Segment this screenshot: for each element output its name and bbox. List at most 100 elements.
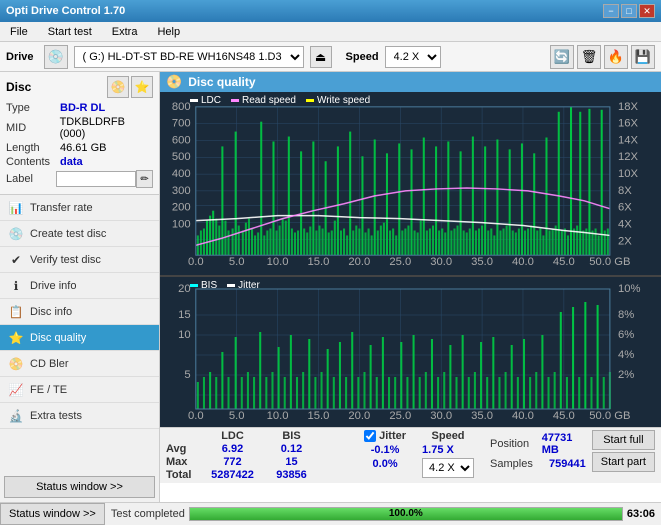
sidebar-item-fe-te[interactable]: 📈 FE / TE: [0, 377, 159, 403]
speed-section: Speed 1.75 X 4.2 X: [422, 430, 474, 478]
start-part-button[interactable]: Start part: [592, 452, 655, 472]
disc-contents-value: data: [60, 156, 83, 168]
legend-ldc: LDC: [190, 95, 221, 106]
speed-select[interactable]: 4.2 X: [385, 46, 441, 68]
start-full-button[interactable]: Start full: [592, 430, 655, 450]
transfer-rate-icon: 📊: [8, 200, 24, 216]
svg-text:8X: 8X: [618, 185, 632, 197]
sidebar: Disc 📀 ⭐ Type BD-R DL MID TDKBLDRFB (000…: [0, 72, 160, 502]
window-controls: − □ ✕: [603, 4, 655, 18]
speed-column-header: Speed: [422, 430, 474, 442]
disc-contents-row: Contents data: [6, 156, 153, 168]
read-speed-dot: [231, 99, 239, 102]
disc-label-label: Label: [6, 173, 56, 185]
svg-text:0.0: 0.0: [188, 410, 204, 422]
stats-avg-label: Avg: [166, 443, 201, 455]
menu-help[interactable]: Help: [151, 24, 186, 40]
disc-icon1[interactable]: 📀: [107, 76, 129, 98]
disc-length-row: Length 46.61 GB: [6, 142, 153, 154]
close-button[interactable]: ✕: [639, 4, 655, 18]
minimize-button[interactable]: −: [603, 4, 619, 18]
sidebar-item-transfer-rate[interactable]: 📊 Transfer rate: [0, 195, 159, 221]
svg-text:40.0: 40.0: [512, 256, 534, 268]
menu-bar: File Start test Extra Help: [0, 22, 661, 42]
disc-info-icon: 📋: [8, 304, 24, 320]
eject-button[interactable]: ⏏: [310, 46, 332, 68]
menu-start-test[interactable]: Start test: [42, 24, 98, 40]
position-item: Position 47731 MB: [490, 432, 586, 456]
status-bar: Status window >> Test completed 100.0% 6…: [0, 502, 661, 524]
stats-avg-bis: 0.12: [264, 443, 319, 455]
erase-icon-button[interactable]: 🗑: [577, 45, 601, 69]
svg-text:4%: 4%: [618, 349, 634, 361]
svg-text:20: 20: [178, 283, 190, 295]
disc-mid-label: MID: [6, 122, 60, 134]
label-edit-button[interactable]: ✏: [136, 170, 153, 188]
sidebar-item-disc-quality[interactable]: ⭐ Disc quality: [0, 325, 159, 351]
svg-text:45.0: 45.0: [553, 256, 575, 268]
disc-header: Disc 📀 ⭐: [6, 76, 153, 98]
ldc-dot: [190, 99, 198, 102]
speed-dropdown[interactable]: 4.2 X: [422, 458, 474, 478]
samples-item: Samples 759441: [490, 458, 586, 470]
svg-text:40.0: 40.0: [512, 410, 534, 422]
menu-file[interactable]: File: [4, 24, 34, 40]
sidebar-item-drive-info[interactable]: ℹ Drive info: [0, 273, 159, 299]
sidebar-item-verify-test-disc[interactable]: ✔ Verify test disc: [0, 247, 159, 273]
chart-area: 📀 Disc quality LDC Read speed Write spee…: [160, 72, 661, 502]
status-button-container: Status window >>: [0, 472, 159, 502]
svg-text:5: 5: [184, 369, 190, 381]
save-icon-button[interactable]: 💾: [631, 45, 655, 69]
svg-text:5.0: 5.0: [229, 410, 245, 422]
disc-mid-value: TDKBLDRFB (000): [60, 116, 153, 140]
maximize-button[interactable]: □: [621, 4, 637, 18]
stats-ldc-header: LDC: [205, 430, 260, 442]
stats-bis-header: BIS: [264, 430, 319, 442]
status-window-bottom-button[interactable]: Status window >>: [0, 503, 105, 525]
svg-text:500: 500: [172, 151, 191, 163]
chart1-svg: 800 700 600 500 400 300 200 100 18X 16X …: [160, 92, 661, 275]
chart-header-title: Disc quality: [188, 75, 255, 89]
jitter-header-label: Jitter: [379, 430, 406, 442]
disc-type-value: BD-R DL: [60, 102, 105, 114]
sidebar-item-extra-tests[interactable]: 🔬 Extra tests: [0, 403, 159, 429]
svg-text:800: 800: [172, 101, 191, 113]
refresh-icon-button[interactable]: 🔄: [550, 45, 574, 69]
status-window-button[interactable]: Status window >>: [4, 476, 155, 498]
jitter-checkbox[interactable]: [364, 430, 376, 442]
verify-test-disc-icon: ✔: [8, 252, 24, 268]
stats-max-label: Max: [166, 456, 201, 468]
svg-text:10.0: 10.0: [267, 256, 289, 268]
disc-icons: 📀 ⭐: [107, 76, 153, 98]
drive-select[interactable]: ( G:) HL-DT-ST BD-RE WH16NS48 1.D3: [74, 46, 304, 68]
read-speed-label: Read speed: [242, 95, 296, 106]
disc-label-input[interactable]: [56, 171, 136, 187]
stats-avg-speed: 1.75 X: [422, 444, 474, 456]
sidebar-item-label: Disc info: [30, 306, 72, 318]
jitter-header-row: Jitter: [364, 430, 406, 442]
stats-max-ldc: 772: [205, 456, 260, 468]
chart1-container: LDC Read speed Write speed: [160, 92, 661, 277]
sidebar-item-cd-bler[interactable]: 📀 CD Bler: [0, 351, 159, 377]
stats-max-bis: 15: [264, 456, 319, 468]
svg-text:2X: 2X: [618, 235, 632, 247]
burn-icon-button[interactable]: 🔥: [604, 45, 628, 69]
samples-value: 759441: [549, 458, 586, 470]
sidebar-item-disc-info[interactable]: 📋 Disc info: [0, 299, 159, 325]
svg-text:6X: 6X: [618, 202, 632, 214]
sidebar-item-label: Create test disc: [30, 228, 106, 240]
svg-text:12X: 12X: [618, 151, 639, 163]
stats-total-ldc: 5287422: [205, 469, 260, 481]
svg-text:35.0: 35.0: [471, 410, 493, 422]
sidebar-item-create-test-disc[interactable]: 💿 Create test disc: [0, 221, 159, 247]
bis-label: BIS: [201, 280, 217, 291]
svg-text:35.0: 35.0: [471, 256, 493, 268]
position-value: 47731 MB: [542, 432, 586, 456]
chart-header: 📀 Disc quality: [160, 72, 661, 92]
menu-extra[interactable]: Extra: [106, 24, 144, 40]
disc-icon2[interactable]: ⭐: [131, 76, 153, 98]
stats-empty-header: [166, 430, 201, 442]
position-label: Position: [490, 438, 538, 450]
svg-text:2%: 2%: [618, 369, 634, 381]
sidebar-item-label: Extra tests: [30, 410, 82, 422]
